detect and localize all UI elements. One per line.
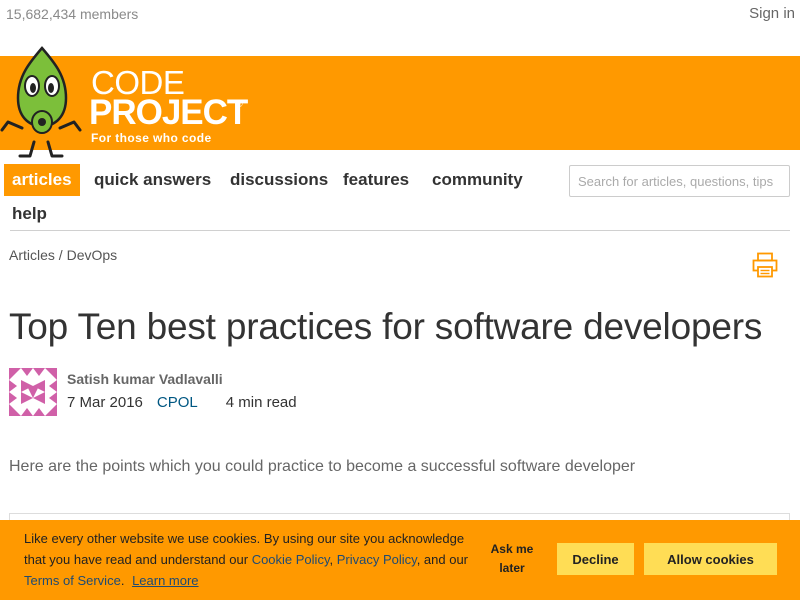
breadcrumb-devops[interactable]: DevOps: [67, 247, 118, 263]
privacy-policy-link[interactable]: Privacy Policy: [337, 552, 417, 567]
logo-registered-mark: ®: [236, 99, 243, 109]
nav-quick-answers[interactable]: quick answers: [86, 164, 219, 196]
logo-tagline: For those who code: [91, 131, 212, 145]
article-meta: 7 Mar 2016 CPOL 4 min read: [67, 394, 297, 411]
bob-mascot-icon[interactable]: [0, 46, 84, 160]
nav-discussions[interactable]: discussions: [222, 164, 336, 196]
ask-me-later-button[interactable]: Ask me later: [486, 540, 538, 578]
printer-icon[interactable]: [752, 252, 778, 278]
cookie-banner: Like every other website we use cookies.…: [0, 520, 800, 600]
article-date: 7 Mar 2016: [67, 394, 143, 411]
breadcrumb: Articles / DevOps: [9, 247, 117, 263]
cookie-comma: ,: [329, 552, 334, 567]
article-summary: Here are the points which you could prac…: [9, 458, 636, 475]
cookie-message: Like every other website we use cookies.…: [24, 528, 474, 591]
allow-cookies-button[interactable]: Allow cookies: [644, 543, 777, 575]
identicon-avatar[interactable]: [9, 368, 57, 416]
logo-project-text: PROJECT: [89, 93, 248, 132]
members-count: 15,682,434 members: [6, 6, 139, 22]
learn-more-link[interactable]: Learn more: [132, 573, 198, 588]
cookie-policy-link[interactable]: Cookie Policy: [252, 552, 330, 567]
decline-cookies-button[interactable]: Decline: [557, 543, 634, 575]
breadcrumb-separator: /: [54, 247, 67, 263]
article-title: Top Ten best practices for software deve…: [9, 306, 763, 347]
top-bar: 15,682,434 members Sign in: [0, 0, 800, 30]
breadcrumb-articles[interactable]: Articles: [9, 247, 55, 263]
cookie-period: .: [120, 573, 125, 588]
terms-of-service-link[interactable]: Terms of Service: [24, 573, 121, 588]
nav-help[interactable]: help: [4, 198, 55, 230]
license-link[interactable]: CPOL: [157, 394, 198, 411]
nav-features[interactable]: features: [335, 164, 417, 196]
sign-in-link[interactable]: Sign in: [749, 5, 795, 22]
nav-divider: [10, 230, 790, 231]
nav-community[interactable]: community: [424, 164, 531, 196]
author-link[interactable]: Satish kumar Vadlavalli: [67, 371, 223, 387]
cookie-and-our: , and our: [416, 552, 469, 567]
search-input[interactable]: [569, 165, 790, 197]
read-time: 4 min read: [225, 394, 297, 411]
nav-articles[interactable]: articles: [4, 164, 80, 196]
